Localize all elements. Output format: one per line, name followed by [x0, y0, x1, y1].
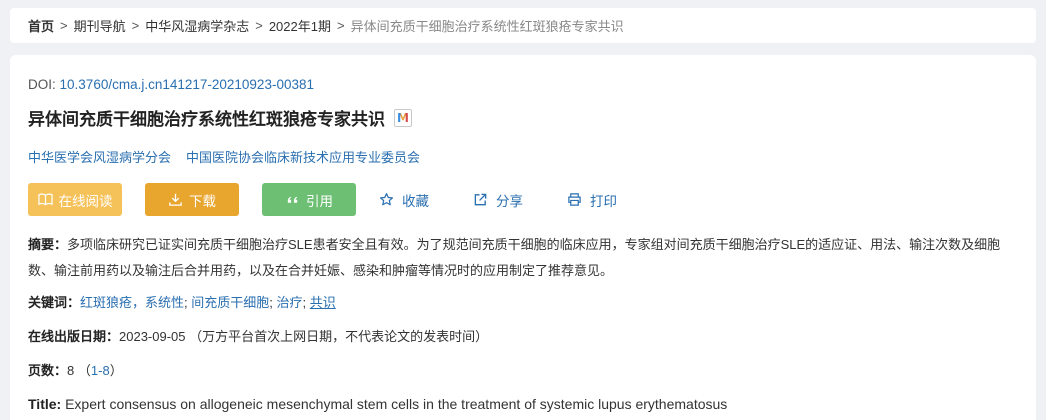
keyword-link[interactable]: 共识 — [310, 295, 336, 310]
breadcrumb-journal[interactable]: 中华风湿病学杂志 — [145, 16, 249, 35]
page-range-open: （ — [77, 363, 91, 378]
page-count: 页数：8 （1-8） — [28, 358, 123, 384]
read-online-label: 在线阅读 — [58, 193, 113, 209]
print-button[interactable]: 打印 — [567, 190, 617, 210]
author-link[interactable]: 中华医学会风湿病学分会 — [28, 147, 171, 166]
keyword-separator: ; — [302, 295, 310, 310]
cite-button[interactable]: 引用 — [262, 183, 356, 216]
share-icon — [474, 193, 487, 206]
breadcrumb-separator: > — [60, 18, 68, 33]
doi-link[interactable]: 10.3760/cma.j.cn141217-20210923-00381 — [60, 77, 314, 92]
keyword-link[interactable]: 红斑狼疮，系统性 — [80, 295, 184, 310]
quote-icon — [287, 196, 298, 203]
download-label: 下载 — [189, 193, 216, 209]
book-icon — [37, 193, 53, 206]
download-icon — [169, 193, 182, 206]
page-count-label: 页数： — [28, 363, 68, 378]
abstract: 摘要：多项临床研究已证实间充质干细胞治疗SLE患者安全且有效。为了规范间充质干细… — [28, 232, 1018, 284]
author-link[interactable]: 中国医院协会临床新技术应用专业委员会 — [186, 147, 420, 166]
english-title-value: Expert consensus on allogeneic mesenchym… — [65, 396, 728, 412]
page-count-value: 8 — [67, 363, 75, 378]
publish-date-note: （万方平台首次上网日期，不代表论文的发表时间） — [189, 329, 489, 344]
english-title-label: Title: — [28, 396, 62, 412]
breadcrumb-separator: > — [255, 18, 263, 33]
breadcrumb-journals[interactable]: 期刊导航 — [74, 16, 126, 35]
doi-line: DOI: 10.3760/cma.j.cn141217-20210923-003… — [28, 77, 314, 92]
doi-label: DOI: — [28, 77, 56, 92]
action-bar: 在线阅读 下载 引用 收藏 分享 打印 — [28, 183, 661, 216]
publish-date-value: 2023-09-05 — [119, 329, 186, 344]
abstract-label: 摘要： — [28, 237, 68, 252]
printer-icon — [568, 193, 581, 206]
mendeley-icon[interactable]: M — [394, 108, 412, 127]
keywords-label: 关键词： — [28, 295, 81, 310]
article-card: DOI: 10.3760/cma.j.cn141217-20210923-003… — [10, 55, 1036, 420]
page-range-close: ） — [109, 363, 123, 378]
english-title: Title: Expert consensus on allogeneic me… — [28, 391, 727, 417]
star-icon — [379, 193, 394, 206]
breadcrumb-issue[interactable]: 2022年1期 — [269, 16, 331, 35]
keyword-separator: ; — [269, 295, 277, 310]
page-range-link[interactable]: 1-8 — [91, 363, 110, 378]
abstract-text: 多项临床研究已证实间充质干细胞治疗SLE患者安全且有效。为了规范间充质干细胞的临… — [28, 237, 1001, 278]
author-list: 中华医学会风湿病学分会 中国医院协会临床新技术应用专业委员会 — [28, 147, 420, 166]
favorite-button[interactable]: 收藏 — [379, 190, 429, 210]
breadcrumb-separator: > — [336, 18, 345, 33]
title-row: 异体间充质干细胞治疗系统性红斑狼疮专家共识 M — [28, 105, 412, 130]
breadcrumb: 首页 > 期刊导航 > 中华风湿病学杂志 > 2022年1期 > 异体间充质干细… — [10, 8, 1036, 43]
article-title: 异体间充质干细胞治疗系统性红斑狼疮专家共识 — [28, 110, 385, 129]
share-label: 分享 — [496, 193, 523, 209]
publish-date-label: 在线出版日期： — [28, 329, 120, 344]
share-button[interactable]: 分享 — [473, 190, 523, 210]
download-button[interactable]: 下载 — [145, 183, 239, 216]
cite-label: 引用 — [306, 193, 333, 209]
keyword-link[interactable]: 治疗 — [277, 295, 303, 310]
breadcrumb-home[interactable]: 首页 — [28, 16, 54, 35]
publish-date: 在线出版日期：2023-09-05 （万方平台首次上网日期，不代表论文的发表时间… — [28, 324, 488, 350]
favorite-label: 收藏 — [402, 193, 429, 209]
breadcrumb-current: 异体间充质干细胞治疗系统性红斑狼疮专家共识 — [350, 19, 624, 34]
print-label: 打印 — [590, 193, 617, 209]
keywords: 关键词：红斑狼疮，系统性; 间充质干细胞; 治疗; 共识 — [28, 290, 336, 316]
breadcrumb-separator: > — [131, 18, 140, 33]
read-online-button[interactable]: 在线阅读 — [28, 183, 122, 216]
keyword-link[interactable]: 间充质干细胞 — [191, 295, 269, 310]
